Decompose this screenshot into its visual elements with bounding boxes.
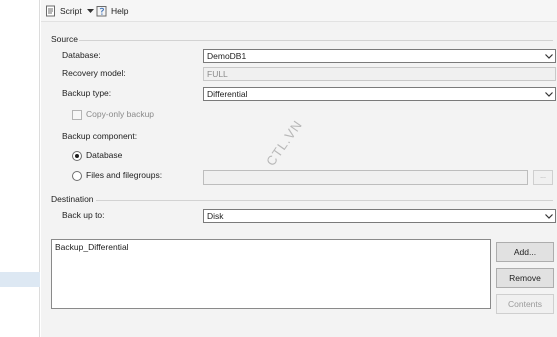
backup-type-select[interactable]: Differential [203,87,556,101]
chevron-down-icon [544,211,553,221]
files-filegroups-radio[interactable] [72,171,82,181]
chevron-down-icon[interactable] [86,6,94,16]
chevron-down-icon [544,51,553,61]
copy-only-label: Copy-only backup [86,109,155,119]
database-component-radio[interactable] [72,151,82,161]
source-divider [79,40,553,41]
recovery-model-value: FULL [207,69,228,79]
back-up-to-select[interactable]: Disk [203,209,556,223]
backup-destination-list[interactable]: Backup_Differential [51,239,491,309]
list-item[interactable]: Backup_Differential [55,242,129,252]
recovery-model-field: FULL [203,67,556,81]
add-button[interactable]: Add... [496,242,554,262]
chevron-down-icon [544,89,553,99]
radio-selected-dot [75,154,79,158]
toolbar: Script Help [41,0,557,22]
backup-component-label: Backup component: [62,131,138,141]
remove-button[interactable]: Remove [496,268,554,288]
destination-divider [96,200,553,201]
browse-files-button[interactable]: ... [533,170,553,185]
files-filegroups-field [203,170,528,185]
help-button[interactable]: Help [96,3,128,18]
database-component-label: Database [86,150,123,160]
left-navigation-pane [0,0,40,337]
destination-section-title: Destination [51,194,94,204]
contents-button[interactable]: Contents [496,294,554,314]
backup-general-page: Script Help Source Database: DemoDB1 Rec… [41,0,557,337]
help-label: Help [111,5,129,16]
back-up-to-label: Back up to: [62,210,105,220]
database-label: Database: [62,50,101,60]
script-label: Script [60,5,82,16]
database-select[interactable]: DemoDB1 [203,49,556,63]
help-icon [96,5,108,17]
script-button[interactable]: Script [45,3,94,18]
backup-type-value: Differential [207,89,248,99]
selected-page-highlight[interactable] [0,272,40,287]
database-value: DemoDB1 [207,51,247,61]
backup-type-label: Backup type: [62,88,112,98]
script-icon [45,5,57,17]
copy-only-checkbox[interactable] [72,110,82,120]
source-section-title: Source [51,34,78,44]
recovery-model-label: Recovery model: [62,68,126,78]
back-up-to-value: Disk [207,211,224,221]
files-filegroups-label: Files and filegroups: [86,170,163,180]
watermark-text: CTL.VN [263,117,306,169]
